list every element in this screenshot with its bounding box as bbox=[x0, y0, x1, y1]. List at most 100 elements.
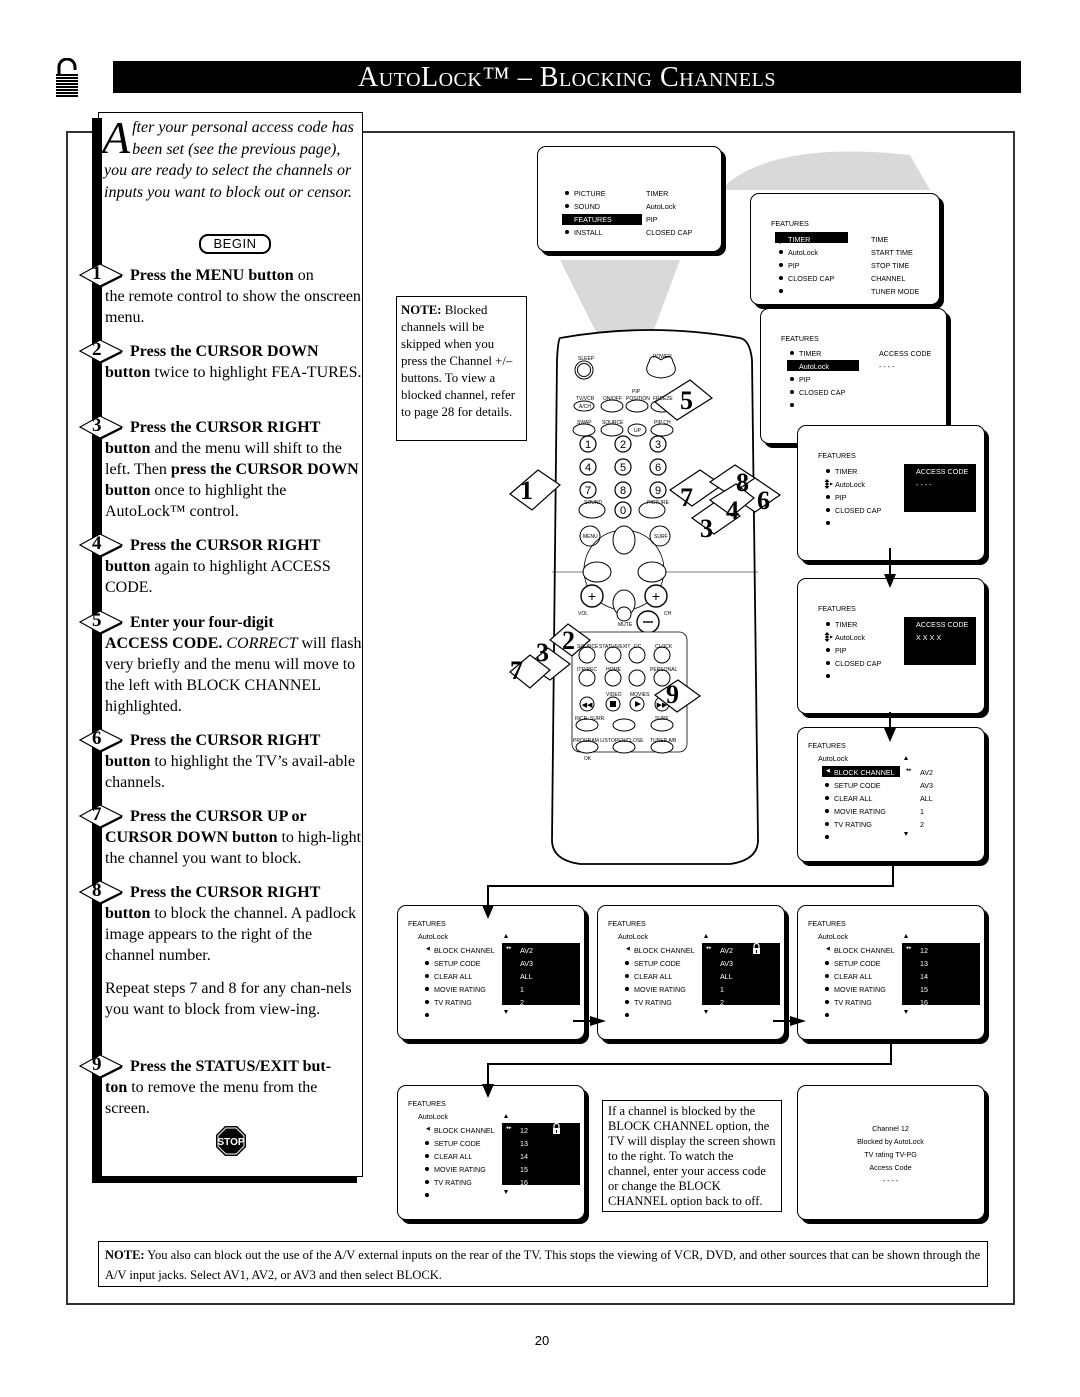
menu-item-picture[interactable]: PICTURE bbox=[565, 189, 606, 198]
menu-item[interactable]: MOVIE RATING bbox=[425, 1165, 486, 1174]
channel-value[interactable]: 2 bbox=[720, 998, 724, 1007]
channel-value[interactable]: 1 bbox=[520, 985, 524, 994]
step-bar bbox=[97, 557, 102, 609]
remote-menu-button[interactable]: MENU bbox=[583, 534, 598, 540]
channel-value[interactable]: AV2 bbox=[720, 946, 733, 955]
menu-item[interactable]: CLOSED CAP bbox=[825, 659, 881, 668]
channel-value[interactable]: ALL bbox=[520, 972, 533, 981]
menu-item[interactable]: PIP bbox=[826, 646, 847, 655]
channel-value[interactable]: 12 bbox=[520, 1126, 528, 1135]
channel-value[interactable]: 15 bbox=[520, 1165, 528, 1174]
channel-value[interactable]: AV2 bbox=[920, 768, 933, 777]
channel-value[interactable]: 1 bbox=[720, 985, 724, 994]
channel-value[interactable]: 2 bbox=[520, 998, 524, 1007]
menu-item[interactable]: CLEAR ALL bbox=[824, 972, 872, 981]
step-body-bold: button bbox=[105, 440, 151, 457]
step-number: 4 bbox=[92, 533, 102, 554]
menu-item[interactable]: TIMER bbox=[825, 467, 857, 476]
channel-value[interactable]: 15 bbox=[920, 985, 928, 994]
callout-step-7b: 7 bbox=[510, 656, 523, 685]
menu-item[interactable]: SETUP CODE bbox=[825, 959, 881, 968]
menu-item[interactable]: CLOSED CAP bbox=[778, 274, 834, 283]
tv-screen-channel-blocked: Channel 12 Blocked by AutoLock TV rating T… bbox=[797, 1085, 985, 1220]
callout-step-6: 6 bbox=[757, 486, 770, 515]
channel-value[interactable]: AV2 bbox=[520, 946, 533, 955]
menu-item[interactable]: BLOCK CHANNEL bbox=[434, 946, 495, 955]
channel-value[interactable]: 2 bbox=[920, 820, 924, 829]
flow-arrowhead bbox=[884, 728, 896, 742]
channel-value[interactable]: 1 bbox=[920, 807, 924, 816]
menu-item[interactable]: CLEAR ALL bbox=[624, 972, 672, 981]
menu-item[interactable]: CLEAR ALL bbox=[424, 1152, 472, 1161]
menu-item[interactable]: AutoLock bbox=[779, 248, 818, 257]
step-number-badge: 4 bbox=[78, 532, 124, 558]
tv-screen-features-timer: FEATURES TIMER AutoLock PIP CLOSED CAP TIME ST… bbox=[750, 193, 940, 305]
menu-item[interactable]: MOVIE RATING bbox=[825, 807, 886, 816]
menu-item[interactable]: CLEAR ALL bbox=[824, 794, 872, 803]
step-number-badge: 5 bbox=[78, 609, 124, 635]
channel-value[interactable]: AV3 bbox=[920, 781, 933, 790]
menu-item[interactable]: BLOCK CHANNEL bbox=[634, 946, 695, 955]
step-body-bold: CURSOR DOWN button bbox=[105, 829, 278, 846]
menu-item[interactable]: BLOCK CHANNEL bbox=[434, 1126, 495, 1135]
menu-item[interactable]: MOVIE RATING bbox=[425, 985, 486, 994]
step-1: 1 Press the MENU button on the remote cont… bbox=[78, 263, 363, 339]
menu-item[interactable]: TV RATING bbox=[625, 998, 672, 1007]
channel-value[interactable]: 13 bbox=[920, 959, 928, 968]
padlock-icon bbox=[552, 1122, 561, 1136]
step-number: 1 bbox=[92, 263, 102, 284]
menu-item[interactable]: TV RATING bbox=[425, 998, 472, 1007]
menu-item[interactable]: BLOCK CHANNEL bbox=[834, 768, 895, 777]
channel-value[interactable]: 13 bbox=[520, 1139, 528, 1148]
remote-label-personal: PERSONAL bbox=[650, 667, 678, 673]
menu-item[interactable]: TV RATING bbox=[825, 820, 872, 829]
cursor-updown-icon bbox=[564, 214, 573, 226]
step-bar bbox=[97, 1078, 102, 1130]
menu-item[interactable]: MOVIE RATING bbox=[625, 985, 686, 994]
step-4: 4 Press the CURSOR RIGHT button again to h… bbox=[78, 532, 363, 609]
left-arrow-icon: ◀ bbox=[426, 1126, 430, 1132]
menu-item[interactable]: SETUP CODE bbox=[425, 1139, 481, 1148]
channel-value[interactable]: AV3 bbox=[520, 959, 533, 968]
menu-item[interactable]: PIP bbox=[779, 261, 800, 270]
menu-item[interactable]: CLOSED CAP bbox=[825, 506, 881, 515]
menu-item[interactable]: TIMER bbox=[788, 235, 810, 244]
menu-item[interactable]: TV RATING bbox=[425, 1178, 472, 1187]
channel-value[interactable]: ALL bbox=[720, 972, 733, 981]
flow-arrow bbox=[892, 862, 894, 887]
step-number-badge: 3 bbox=[78, 414, 124, 440]
menu-item[interactable]: BLOCK CHANNEL bbox=[834, 946, 895, 955]
menu-item[interactable]: CLEAR ALL bbox=[424, 972, 472, 981]
note-av-label: NOTE: bbox=[105, 1248, 145, 1262]
begin-badge: BEGIN bbox=[199, 234, 271, 254]
menu-item[interactable]: AutoLock bbox=[835, 480, 865, 489]
menu-item[interactable]: PIP bbox=[826, 493, 847, 502]
menu-item[interactable]: MOVIE RATING bbox=[825, 985, 886, 994]
menu-item-features[interactable]: FEATURES bbox=[574, 215, 612, 224]
menu-item-sound[interactable]: SOUND bbox=[565, 202, 600, 211]
menu-item[interactable]: TIMER bbox=[825, 620, 857, 629]
blocked-screen-line: Blocked by AutoLock bbox=[857, 1137, 924, 1146]
channel-value[interactable]: 12 bbox=[920, 946, 928, 955]
channel-value[interactable]: 14 bbox=[920, 972, 928, 981]
menu-item[interactable]: TV RATING bbox=[825, 998, 872, 1007]
remote-label-home: HOME bbox=[606, 667, 621, 673]
channel-value[interactable]: ALL bbox=[920, 794, 933, 803]
step-bar bbox=[97, 287, 102, 339]
menu-title: FEATURES bbox=[818, 604, 856, 613]
step-5: 5 Enter your four-digit ACCESS CODE. CORRE… bbox=[78, 609, 363, 729]
remote-status-exit-button[interactable]: STATUS/EXIT bbox=[599, 644, 630, 650]
flow-arrowhead bbox=[590, 1016, 606, 1026]
channel-value[interactable]: 14 bbox=[520, 1152, 528, 1161]
menu-item[interactable]: SETUP CODE bbox=[425, 959, 481, 968]
menu-item[interactable]: AutoLock bbox=[835, 633, 865, 642]
channel-value[interactable]: 16 bbox=[520, 1178, 528, 1187]
access-code-label: ACCESS CODE bbox=[916, 620, 969, 629]
menu-item-install[interactable]: INSTALL bbox=[565, 228, 603, 237]
left-arrow-icon: ◀ bbox=[826, 946, 830, 952]
menu-item[interactable]: SETUP CODE bbox=[625, 959, 681, 968]
channel-value[interactable]: AV3 bbox=[720, 959, 733, 968]
menu-item[interactable]: SETUP CODE bbox=[825, 781, 881, 790]
remote-label-swap: SWAP bbox=[577, 420, 592, 426]
channel-value[interactable]: 16 bbox=[920, 998, 928, 1007]
